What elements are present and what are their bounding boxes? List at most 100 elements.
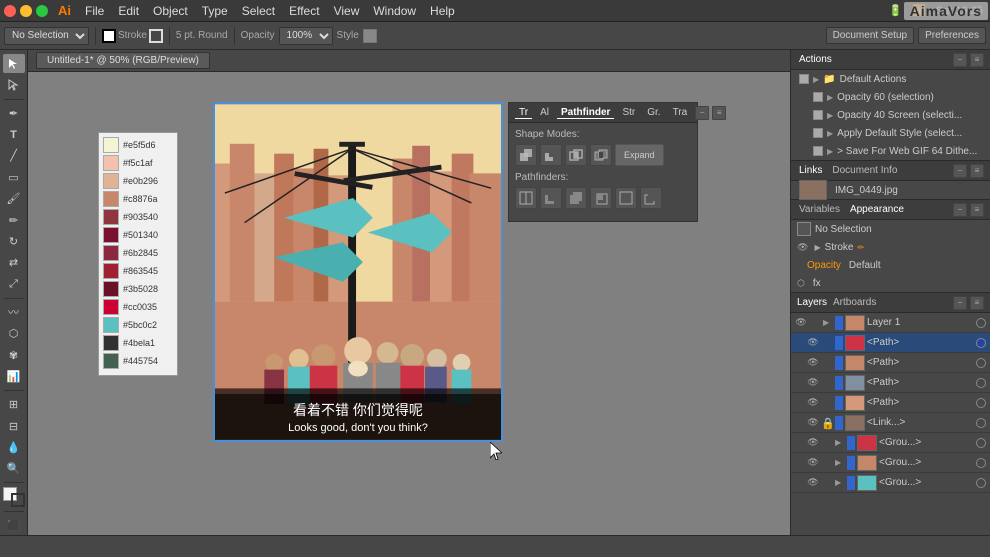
layer-target-6[interactable] <box>976 438 986 448</box>
appearance-collapse[interactable]: − <box>953 203 967 217</box>
palette-swatch-2[interactable] <box>103 173 119 189</box>
outline-button[interactable] <box>615 187 637 209</box>
layer-row-6[interactable]: 👁 ▶ <Grou...> <box>791 433 990 453</box>
menu-window[interactable]: Window <box>367 0 422 22</box>
layers-tab[interactable]: Layers <box>797 297 827 308</box>
layer-row-2[interactable]: 👁 <Path> <box>791 353 990 373</box>
rotate-tool[interactable]: ↻ <box>3 232 25 251</box>
layer-target-7[interactable] <box>976 458 986 468</box>
layers-collapse[interactable]: − <box>953 296 967 310</box>
link-item[interactable]: IMG_0449.jpg <box>791 181 990 199</box>
pathfinder-tab-tra[interactable]: Tra <box>669 107 692 118</box>
divide-button[interactable] <box>515 187 537 209</box>
document-setup-button[interactable]: Document Setup <box>826 27 915 44</box>
docinfo-tab[interactable]: Document Info <box>830 165 899 176</box>
layer-target-2[interactable] <box>976 358 986 368</box>
eyedropper-tool[interactable]: 💧 <box>3 438 25 457</box>
layer-eye-6[interactable]: 👁 <box>807 437 819 449</box>
minus-front-button[interactable] <box>540 144 562 166</box>
layer-target-4[interactable] <box>976 398 986 408</box>
palette-swatch-8[interactable] <box>103 281 119 297</box>
zoom-tool[interactable]: 🔍 <box>3 459 25 478</box>
actions-tab[interactable]: Actions <box>797 54 834 65</box>
fill-swatch[interactable] <box>102 29 116 43</box>
canvas-background[interactable]: #e5f5d6 #f5c1af #e0b296 #c8876a #903540 <box>28 72 790 535</box>
appearance-menu[interactable]: ≡ <box>970 203 984 217</box>
layer-row-0[interactable]: 👁 ▶ Layer 1 <box>791 313 990 333</box>
palette-swatch-4[interactable] <box>103 209 119 225</box>
artboard-tool[interactable]: ⊞ <box>3 395 25 414</box>
links-menu[interactable]: ≡ <box>970 164 984 178</box>
action-default-folder[interactable]: ▶ 📁 Default Actions <box>791 70 990 88</box>
menu-edit[interactable]: Edit <box>112 0 145 22</box>
direct-select-tool[interactable] <box>3 75 25 94</box>
layer-target-0[interactable] <box>976 318 986 328</box>
palette-swatch-7[interactable] <box>103 263 119 279</box>
menu-view[interactable]: View <box>328 0 366 22</box>
action-item-1[interactable]: ▶ Opacity 60 (selection) <box>791 88 990 106</box>
reflect-tool[interactable]: ⇄ <box>3 253 25 272</box>
artboards-tab[interactable]: Artboards <box>833 297 876 308</box>
layer-target-3[interactable] <box>976 378 986 388</box>
layer-eye-7[interactable]: 👁 <box>807 457 819 469</box>
action-item-2[interactable]: ▶ Opacity 40 Screen (selecti... <box>791 106 990 124</box>
palette-swatch-3[interactable] <box>103 191 119 207</box>
layer-target-1[interactable] <box>976 338 986 348</box>
unite-button[interactable] <box>515 144 537 166</box>
layer-row-5[interactable]: 👁 🔒 <Link...> <box>791 413 990 433</box>
palette-swatch-1[interactable] <box>103 155 119 171</box>
screen-mode-tool[interactable]: ⬛ <box>3 516 25 535</box>
rect-tool[interactable]: ▭ <box>3 168 25 187</box>
minimize-button[interactable] <box>20 5 32 17</box>
layer-eye-5[interactable]: 👁 <box>807 417 819 429</box>
layer-expand-7[interactable]: ▶ <box>835 458 845 467</box>
pathfinder-tab-tr[interactable]: Tr <box>515 107 532 119</box>
palette-swatch-12[interactable] <box>103 353 119 369</box>
selection-dropdown[interactable]: No Selection <box>4 27 89 45</box>
layer-expand-8[interactable]: ▶ <box>835 478 845 487</box>
palette-swatch-11[interactable] <box>103 335 119 351</box>
menu-object[interactable]: Object <box>147 0 194 22</box>
trim-button[interactable] <box>540 187 562 209</box>
pathfinder-tab-pf[interactable]: Pathfinder <box>557 107 614 119</box>
pathfinder-collapse[interactable]: − <box>695 106 709 120</box>
layer-row-3[interactable]: 👁 <Path> <box>791 373 990 393</box>
blend-tool[interactable]: ⬡ <box>3 324 25 343</box>
scale-tool[interactable]: ⤢ <box>3 274 25 293</box>
menu-select[interactable]: Select <box>236 0 281 22</box>
palette-swatch-0[interactable] <box>103 137 119 153</box>
symbol-tool[interactable]: ✾ <box>3 345 25 364</box>
pathfinder-tab-gr[interactable]: Gr. <box>643 107 664 118</box>
actions-menu[interactable]: ≡ <box>970 53 984 67</box>
paintbrush-tool[interactable]: 🖌 <box>3 189 25 208</box>
layer-expand-0[interactable]: ▶ <box>823 318 833 327</box>
layer-eye-8[interactable]: 👁 <box>807 477 819 489</box>
opacity-dropdown[interactable]: 100% <box>279 27 333 45</box>
document-tab[interactable]: Untitled-1* @ 50% (RGB/Preview) <box>36 52 210 69</box>
pencil-tool[interactable]: ✏ <box>3 210 25 229</box>
menu-help[interactable]: Help <box>424 0 461 22</box>
type-tool[interactable]: T <box>3 125 25 144</box>
layer-target-8[interactable] <box>976 478 986 488</box>
layer-target-5[interactable] <box>976 418 986 428</box>
select-tool[interactable] <box>3 54 25 73</box>
preferences-button[interactable]: Preferences <box>918 27 986 44</box>
expand-button[interactable]: Expand <box>615 144 664 166</box>
layer-eye-3[interactable]: 👁 <box>807 377 819 389</box>
variables-tab[interactable]: Variables <box>797 204 842 215</box>
pathfinder-tab-al[interactable]: Al <box>536 107 553 118</box>
menu-file[interactable]: File <box>79 0 110 22</box>
links-collapse[interactable]: − <box>953 164 967 178</box>
close-button[interactable] <box>4 5 16 17</box>
pathfinder-tab-str[interactable]: Str <box>618 107 639 118</box>
layer-eye-4[interactable]: 👁 <box>807 397 819 409</box>
graph-tool[interactable]: 📊 <box>3 367 25 386</box>
layer-row-7[interactable]: 👁 ▶ <Grou...> <box>791 453 990 473</box>
crop-button[interactable] <box>590 187 612 209</box>
palette-swatch-6[interactable] <box>103 245 119 261</box>
palette-swatch-9[interactable] <box>103 299 119 315</box>
action-item-4[interactable]: ▶ > Save For Web GIF 64 Dithe... <box>791 142 990 160</box>
maximize-button[interactable] <box>36 5 48 17</box>
warp-tool[interactable]: 〰 <box>3 303 25 322</box>
layer-eye-1[interactable]: 👁 <box>807 337 819 349</box>
